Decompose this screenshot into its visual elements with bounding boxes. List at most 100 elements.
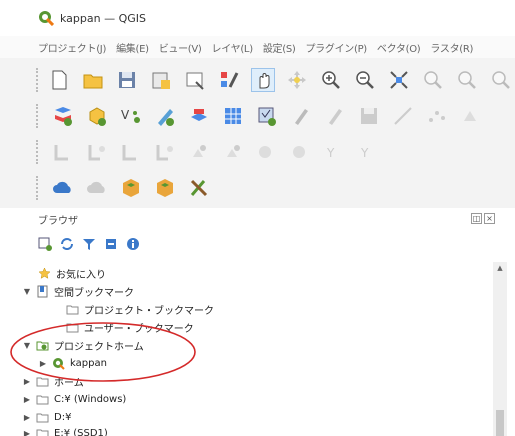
show-hide-labels-icon[interactable]: [154, 141, 176, 163]
menu-settings[interactable]: 設定(S): [263, 40, 296, 55]
tree-item-spatial-bookmarks[interactable]: ▼ 空間ブックマーク: [22, 282, 134, 300]
menu-raster[interactable]: ラスタ(R): [430, 40, 473, 55]
tree-item-project-bookmarks[interactable]: プロジェクト・ブックマーク: [66, 300, 214, 318]
new-print-layout-icon[interactable]: [150, 69, 172, 91]
change-label-icon[interactable]: [256, 141, 278, 163]
menu-layer[interactable]: レイヤ(L): [212, 40, 254, 55]
save-project-icon[interactable]: [116, 69, 138, 91]
toolbar-grip[interactable]: [36, 68, 38, 92]
qgis-project-icon: [52, 357, 65, 370]
close-panel-button[interactable]: ×: [484, 213, 495, 224]
project-home-icon: [36, 339, 49, 352]
zoom-in-icon[interactable]: [320, 69, 342, 91]
zoom-native-icon[interactable]: [490, 69, 512, 91]
move-label-icon[interactable]: [188, 141, 210, 163]
tree-item-home[interactable]: ▶ ホーム: [22, 372, 84, 390]
qgis-logo-icon: [39, 11, 54, 26]
float-panel-button[interactable]: ◫: [471, 213, 482, 224]
tree-item-user-bookmarks[interactable]: ユーザー・ブックマーク: [66, 318, 194, 336]
save-edits-icon[interactable]: [358, 105, 380, 127]
svg-text:V: V: [121, 108, 130, 122]
open-project-icon[interactable]: [82, 69, 104, 91]
new-project-icon[interactable]: [48, 69, 70, 91]
folder-icon: [66, 303, 79, 316]
window-titlebar: kappan — QGIS: [0, 0, 515, 36]
collapse-arrow-icon[interactable]: ▶: [22, 413, 32, 422]
filter-icon[interactable]: [82, 237, 96, 251]
scrollbar-thumb[interactable]: [496, 410, 504, 436]
label-tool-icon[interactable]: [52, 141, 74, 163]
layout-manager-icon[interactable]: [184, 69, 206, 91]
cloud-disabled-icon[interactable]: [86, 177, 108, 199]
toolbar-grip[interactable]: [36, 140, 42, 164]
new-geopackage-layer-icon[interactable]: [86, 105, 108, 127]
cloud-icon[interactable]: [52, 177, 74, 199]
collapse-arrow-icon[interactable]: ▶: [22, 395, 32, 404]
label-properties-icon[interactable]: [290, 141, 312, 163]
diagram-move-icon[interactable]: Y: [358, 141, 380, 163]
pan-map-icon[interactable]: [251, 68, 275, 92]
data-source-manager-icon[interactable]: [52, 105, 74, 127]
collapse-arrow-icon[interactable]: ▶: [38, 359, 48, 368]
toolbar-data-source: V: [0, 98, 515, 134]
new-mesh-layer-icon[interactable]: [222, 105, 244, 127]
menu-plugins[interactable]: プラグイン(P): [305, 40, 367, 55]
new-virtual-layer-icon[interactable]: [188, 105, 210, 127]
tree-item-kappan[interactable]: ▶ kappan: [38, 354, 107, 372]
plugin-box-icon[interactable]: [120, 177, 142, 199]
plugin-box2-icon[interactable]: [154, 177, 176, 199]
delete-feature-icon[interactable]: [460, 105, 482, 127]
zoom-full-icon[interactable]: [388, 69, 410, 91]
browser-tree: お気に入り ▼ 空間ブックマーク プロジェクト・ブックマーク ユーザー・ブックマ…: [0, 260, 490, 436]
collapse-arrow-icon[interactable]: ▶: [22, 377, 32, 386]
scroll-up-icon[interactable]: ▲: [493, 262, 507, 272]
tree-item-drive-c[interactable]: ▶ C:¥ (Windows): [22, 390, 126, 408]
vertex-tool-icon[interactable]: [426, 105, 448, 127]
tree-item-project-home[interactable]: ▼ プロジェクトホーム: [22, 336, 144, 354]
add-csv-layer-icon[interactable]: [256, 105, 278, 127]
rotate-label-icon[interactable]: [222, 141, 244, 163]
toolbar-grip[interactable]: [36, 104, 42, 128]
toolbar-plugins: [0, 170, 515, 206]
zoom-to-selection-icon[interactable]: [422, 69, 444, 91]
tree-item-drive-e[interactable]: ▶ E:¥ (SSD1): [22, 424, 108, 436]
drive-icon: [36, 427, 49, 436]
menu-edit[interactable]: 編集(E): [116, 40, 149, 55]
tree-scrollbar[interactable]: ▲: [493, 262, 507, 436]
diagram-tool-icon[interactable]: Y: [324, 141, 346, 163]
pin-labels-icon[interactable]: [86, 141, 108, 163]
current-edits-icon[interactable]: [324, 105, 346, 127]
collapse-all-icon[interactable]: [104, 237, 118, 251]
zoom-out-icon[interactable]: [354, 69, 376, 91]
pan-to-selection-icon[interactable]: [286, 69, 308, 91]
collapse-arrow-icon[interactable]: ▶: [22, 429, 32, 436]
menu-view[interactable]: ビュー(V): [159, 40, 202, 55]
info-icon[interactable]: [126, 237, 140, 251]
toolbar-grip[interactable]: [36, 176, 42, 200]
refresh-icon[interactable]: [60, 237, 74, 251]
new-spatialite-layer-icon[interactable]: [154, 105, 176, 127]
digitize-line-icon[interactable]: [392, 105, 414, 127]
style-manager-icon[interactable]: [218, 69, 240, 91]
new-shapefile-layer-icon[interactable]: V: [120, 105, 142, 127]
menu-vector[interactable]: ベクタ(O): [377, 40, 421, 55]
expand-arrow-icon[interactable]: ▼: [22, 287, 32, 296]
menu-project[interactable]: プロジェクト(J): [38, 40, 106, 55]
highlight-labels-icon[interactable]: [120, 141, 142, 163]
tree-item-favorites[interactable]: お気に入り: [38, 264, 106, 282]
drive-icon: [36, 411, 49, 424]
folder-icon: [66, 321, 79, 334]
add-selected-icon[interactable]: [38, 237, 52, 251]
tools-icon[interactable]: [188, 177, 210, 199]
svg-text:Y: Y: [360, 146, 369, 160]
toggle-editing-icon[interactable]: [290, 105, 312, 127]
browser-toolbar: [0, 230, 515, 258]
favorites-star-icon: [38, 266, 51, 280]
browser-panel-header: ブラウザ ◫ ×: [0, 208, 515, 230]
toolbar-project: [0, 62, 515, 98]
menu-bar: プロジェクト(J) 編集(E) ビュー(V) レイヤ(L) 設定(S) プラグイ…: [0, 36, 515, 58]
toolbar-labels: Y Y: [0, 134, 515, 170]
expand-arrow-icon[interactable]: ▼: [22, 341, 32, 350]
zoom-to-layer-icon[interactable]: [456, 69, 478, 91]
spatial-bookmarks-icon: [36, 285, 49, 298]
